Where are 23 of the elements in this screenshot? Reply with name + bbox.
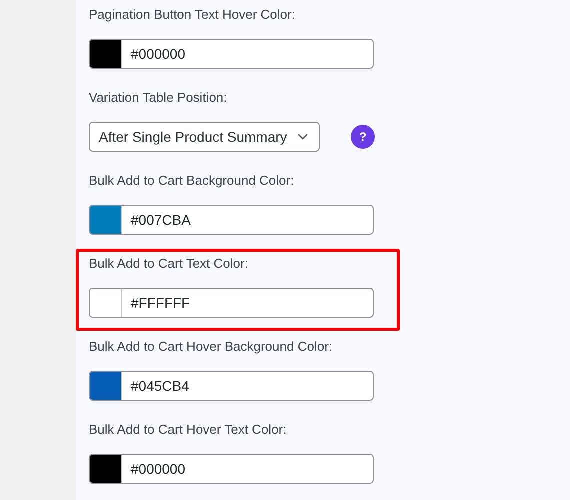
setting-label: Bulk Add to Cart Text Color: [89,255,250,273]
color-swatch[interactable] [90,40,122,68]
color-value: #045CB4 [130,377,190,396]
color-value: #000000 [130,45,186,64]
color-value: #000000 [130,460,186,479]
setting-label: Pagination Button Text Hover Color: [89,6,296,24]
color-swatch[interactable] [90,289,122,317]
color-field[interactable]: #000000 [89,454,374,484]
color-swatch[interactable] [90,455,122,483]
color-field[interactable]: #FFFFFF [89,288,374,318]
color-swatch[interactable] [90,372,122,400]
setting-label: Variation Table Position: [89,89,228,107]
color-field[interactable]: #007CBA [89,205,374,235]
setting-label: Bulk Add to Cart Background Color: [89,172,296,190]
color-swatch[interactable] [90,206,122,234]
color-value: #007CBA [130,211,191,230]
setting-label: Bulk Add to Cart Hover Background Color: [89,338,334,356]
help-icon[interactable]: ? [351,125,375,149]
color-field[interactable]: #000000 [89,39,374,69]
color-field[interactable]: #045CB4 [89,371,374,401]
position-dropdown[interactable]: After Single Product Summary [89,122,320,152]
setting-label: Bulk Add to Cart Hover Text Color: [89,421,288,439]
color-value: #FFFFFF [130,294,190,313]
